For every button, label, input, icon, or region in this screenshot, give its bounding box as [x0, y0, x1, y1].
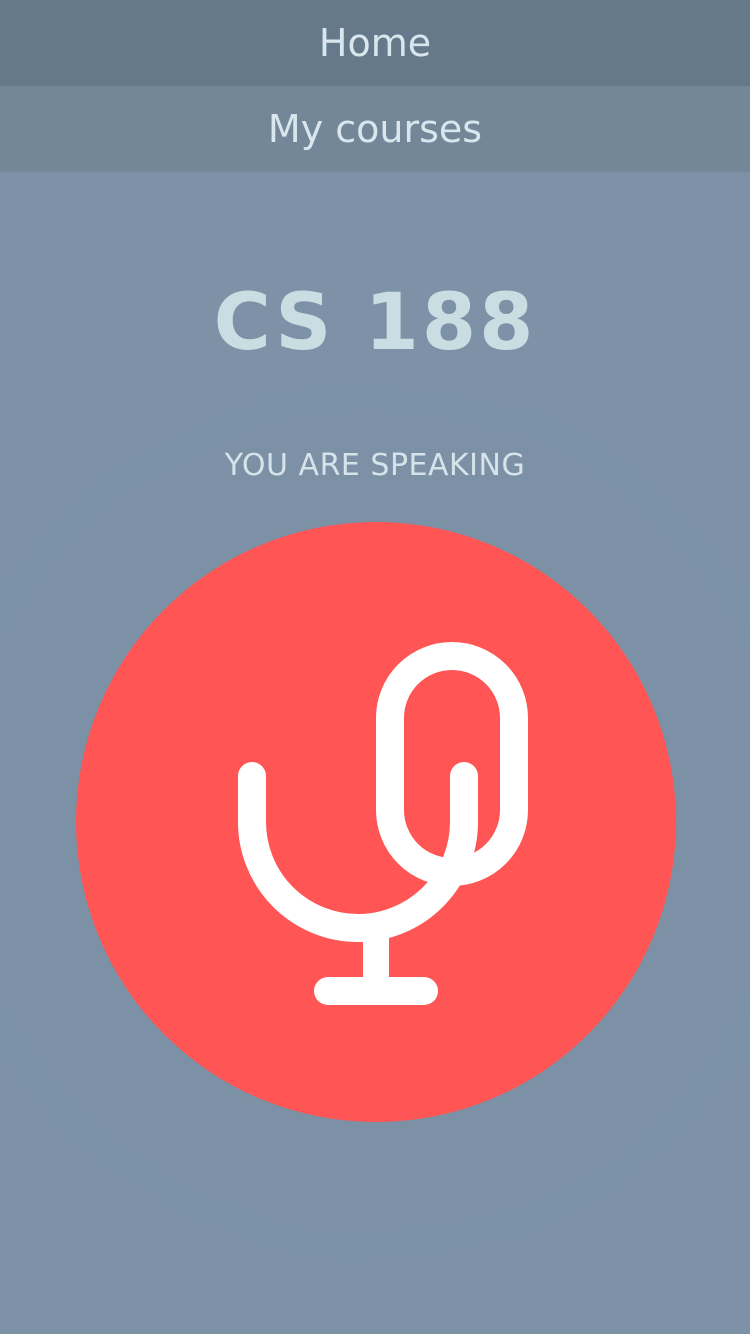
- course-title: CS 188: [213, 278, 537, 368]
- nav-home-label: Home: [318, 21, 432, 65]
- nav-my-courses-label: My courses: [267, 107, 483, 151]
- speaking-status: YOU ARE SPEAKING: [224, 448, 526, 483]
- nav-home-item[interactable]: Home: [0, 0, 750, 86]
- microphone-button[interactable]: [76, 522, 676, 1122]
- microphone-icon: [238, 642, 528, 1005]
- nav-my-courses-item[interactable]: My courses: [0, 86, 750, 172]
